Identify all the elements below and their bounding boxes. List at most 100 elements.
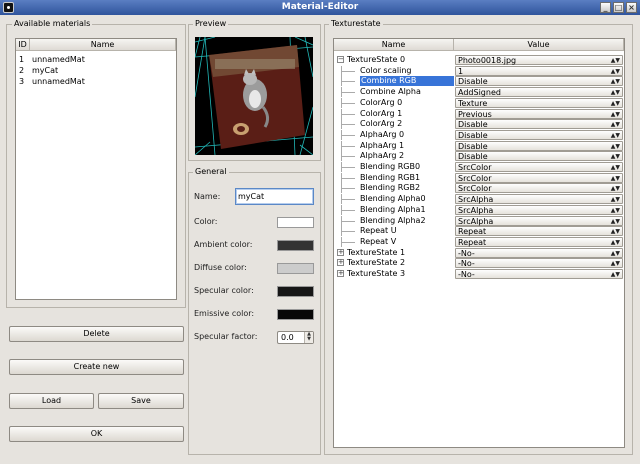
value-combobox[interactable]: Disable ▲▼ — [455, 140, 623, 151]
specular-color-swatch[interactable] — [277, 286, 314, 297]
expand-icon[interactable]: + — [337, 259, 344, 267]
value-combobox[interactable]: SrcColor ▲▼ — [455, 172, 623, 183]
value-combobox[interactable]: SrcColor ▲▼ — [455, 183, 623, 194]
column-header-name[interactable]: Name — [30, 39, 176, 51]
tree-row[interactable]: Blending Alpha2 SrcAlpha ▲▼ — [334, 215, 624, 226]
list-item[interactable]: 2 myCat — [16, 66, 176, 76]
materials-list[interactable]: ID Name 1 unnamedMat 2 myCat 3 unnamedMa… — [15, 38, 177, 300]
chevron-updown-icon: ▲▼ — [610, 164, 620, 171]
tree-item-name: ColorArg 1 — [360, 108, 403, 118]
collapse-icon[interactable]: − — [337, 56, 344, 63]
color-swatch[interactable] — [277, 217, 314, 228]
material-name: unnamedMat — [32, 55, 85, 64]
diffuse-color-label: Diffuse color: — [194, 263, 247, 272]
ok-button[interactable]: OK — [9, 426, 184, 442]
value-text: -No- — [458, 270, 475, 279]
chevron-updown-icon: ▲▼ — [610, 89, 620, 97]
value-combobox[interactable]: Repeat ▲▼ — [455, 236, 623, 247]
name-label: Name: — [194, 192, 221, 201]
tree-row[interactable]: + TextureState 1 -No- ▲▼ — [334, 247, 624, 258]
tree-row[interactable]: Blending RGB0 SrcColor ▲▼ — [334, 162, 624, 172]
value-combobox[interactable]: Repeat ▲▼ — [455, 226, 623, 237]
value-combobox[interactable]: 1 ▲▼ — [455, 65, 623, 76]
emissive-color-label: Emissive color: — [194, 309, 255, 318]
save-button[interactable]: Save — [98, 393, 184, 409]
tree-row[interactable]: + TextureState 2 -No- ▲▼ — [334, 258, 624, 269]
spin-arrows-icon[interactable]: ▲ ▼ — [304, 332, 313, 343]
tree-item-name: TextureState 1 — [347, 247, 406, 257]
value-text: Disable — [458, 120, 488, 130]
value-combobox[interactable]: SrcColor ▲▼ — [455, 162, 623, 172]
maximize-icon[interactable]: □ — [613, 2, 624, 13]
delete-button[interactable]: Delete — [9, 326, 184, 342]
tree-row[interactable]: − TextureState 0 Photo0018.jpg ▲▼ — [334, 55, 624, 65]
value-combobox[interactable]: Disable ▲▼ — [455, 119, 623, 130]
tree-row[interactable]: AlphaArg 2 Disable ▲▼ — [334, 151, 624, 162]
color-label: Color: — [194, 217, 218, 226]
texturestate-tree[interactable]: Name Value − TextureState 0 Photo0018.jpg ▲… — [333, 38, 625, 448]
value-combobox[interactable]: SrcAlpha ▲▼ — [455, 215, 623, 226]
value-combobox[interactable]: -No- ▲▼ — [455, 269, 623, 279]
ambient-color-label: Ambient color: — [194, 240, 253, 249]
value-text: Previous — [458, 109, 492, 119]
tree-row[interactable]: Combine Alpha AddSigned ▲▼ — [334, 87, 624, 98]
value-text: Disable — [458, 130, 488, 140]
column-header-value[interactable]: Value — [454, 39, 624, 51]
expand-icon[interactable]: + — [337, 270, 344, 277]
tree-row[interactable]: ColorArg 0 Texture ▲▼ — [334, 97, 624, 108]
tree-branch-line — [341, 81, 355, 83]
value-text: 1 — [458, 66, 464, 76]
chevron-updown-icon: ▲▼ — [610, 217, 620, 225]
tree-branch-line — [341, 124, 355, 126]
tree-row[interactable]: Repeat V Repeat ▲▼ — [334, 236, 624, 247]
general-group-label: General — [193, 167, 229, 176]
load-button[interactable]: Load — [9, 393, 94, 409]
preview-viewport[interactable] — [195, 37, 313, 155]
ambient-color-swatch[interactable] — [277, 240, 314, 251]
create-new-button[interactable]: Create new — [9, 359, 184, 375]
column-header-id[interactable]: ID — [16, 39, 30, 51]
material-name: myCat — [32, 66, 59, 75]
tree-row[interactable]: Color scaling 1 ▲▼ — [334, 65, 624, 76]
value-combobox[interactable]: AddSigned ▲▼ — [455, 87, 623, 98]
value-combobox[interactable]: SrcAlpha ▲▼ — [455, 194, 623, 205]
value-combobox[interactable]: Disable ▲▼ — [455, 129, 623, 140]
tree-row[interactable]: Blending RGB1 SrcColor ▲▼ — [334, 172, 624, 183]
name-input[interactable]: myCat — [235, 188, 314, 205]
tree-row[interactable]: Combine RGB Disable ▲▼ — [334, 76, 624, 87]
minimize-icon[interactable]: _ — [600, 2, 611, 13]
value-combobox[interactable]: SrcAlpha ▲▼ — [455, 204, 623, 215]
tree-row[interactable]: ColorArg 1 Previous ▲▼ — [334, 108, 624, 119]
tree-row[interactable]: Blending RGB2 SrcColor ▲▼ — [334, 183, 624, 194]
tree-branch-line — [341, 177, 355, 179]
list-item[interactable]: 3 unnamedMat — [16, 77, 176, 87]
value-combobox[interactable]: Disable ▲▼ — [455, 76, 623, 87]
chevron-updown-icon: ▲▼ — [610, 174, 620, 182]
value-combobox[interactable]: Disable ▲▼ — [455, 151, 623, 162]
tree-row[interactable]: Blending Alpha0 SrcAlpha ▲▼ — [334, 194, 624, 205]
diffuse-color-swatch[interactable] — [277, 263, 314, 274]
tree-branch-line — [341, 134, 355, 136]
tree-row[interactable]: Repeat U Repeat ▲▼ — [334, 226, 624, 237]
expand-icon[interactable]: + — [337, 248, 344, 256]
tree-row[interactable]: AlphaArg 1 Disable ▲▼ — [334, 140, 624, 151]
value-text: SrcColor — [458, 173, 492, 183]
emissive-color-swatch[interactable] — [277, 309, 314, 320]
list-item[interactable]: 1 unnamedMat — [16, 55, 176, 65]
tree-row[interactable]: AlphaArg 0 Disable ▲▼ — [334, 129, 624, 140]
tree-branch-line — [341, 209, 355, 211]
app-icon[interactable] — [3, 2, 14, 13]
close-icon[interactable]: × — [626, 2, 637, 13]
value-combobox[interactable]: -No- ▲▼ — [455, 258, 623, 269]
value-combobox[interactable]: Texture ▲▼ — [455, 97, 623, 108]
value-text: SrcAlpha — [458, 195, 494, 205]
tree-row[interactable]: Blending Alpha1 SrcAlpha ▲▼ — [334, 204, 624, 215]
value-combobox[interactable]: -No- ▲▼ — [455, 247, 623, 258]
specular-factor-spinbox[interactable]: 0.0 ▲ ▼ — [277, 331, 314, 344]
tree-row[interactable]: + TextureState 3 -No- ▲▼ — [334, 269, 624, 279]
column-header-name[interactable]: Name — [334, 39, 454, 51]
value-text: -No- — [458, 259, 475, 269]
value-combobox[interactable]: Previous ▲▼ — [455, 108, 623, 119]
tree-row[interactable]: ColorArg 2 Disable ▲▼ — [334, 119, 624, 130]
value-combobox[interactable]: Photo0018.jpg ▲▼ — [455, 55, 623, 65]
